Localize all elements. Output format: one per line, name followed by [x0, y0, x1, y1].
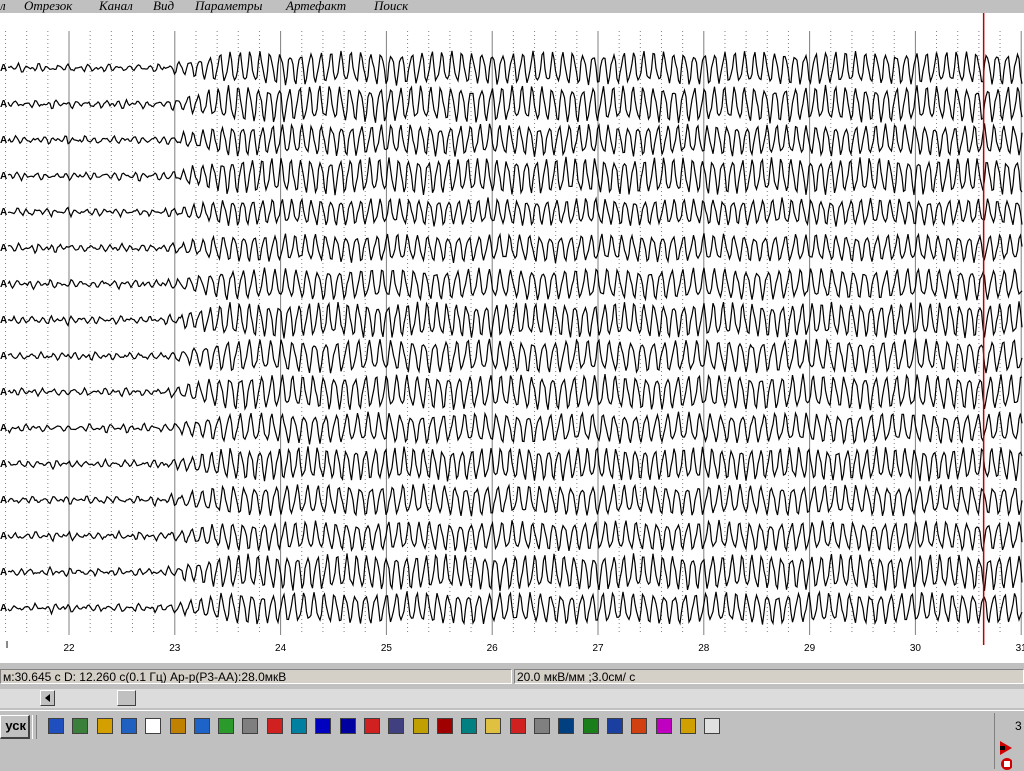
tag-icon[interactable] [534, 718, 550, 734]
tray-clock[interactable]: 3 [1015, 719, 1022, 733]
channel-label[interactable]: A [0, 244, 7, 254]
menu-channel[interactable]: Канал [99, 0, 133, 13]
eeg-channel-trace [7, 338, 1023, 374]
channel-label[interactable]: A [0, 64, 7, 74]
eeg-channel-trace [7, 553, 1023, 592]
channel-label[interactable]: A [0, 532, 7, 542]
monitor-icon[interactable] [388, 718, 405, 734]
eeg-channel-trace [7, 446, 1023, 482]
time-tick-label: 25 [380, 643, 392, 654]
ie-icon[interactable] [193, 718, 210, 734]
scroll-left-button[interactable] [40, 690, 55, 706]
quick-launch-toolbar [36, 713, 990, 745]
check-icon[interactable] [218, 718, 235, 734]
funnel-icon[interactable] [412, 718, 429, 734]
document-icon[interactable] [704, 718, 721, 734]
status-bar: м:30.645 с D: 12.260 с(0.1 Гц) Ар-р(Р3-А… [0, 667, 1024, 686]
eeg-channel-trace [7, 232, 1023, 264]
arrow-left-icon [45, 694, 50, 702]
eeg-channel-trace [7, 373, 1023, 411]
eeg-channel-trace [7, 196, 1023, 227]
time-tick-label: 28 [698, 643, 710, 654]
paint-icon[interactable] [72, 718, 89, 734]
time-tick-label: 27 [592, 643, 604, 654]
eeg-channel-trace [7, 50, 1023, 86]
system-tray: 3 [994, 713, 1024, 771]
channel-label[interactable]: A [0, 100, 7, 110]
window-icon[interactable] [315, 718, 332, 734]
eeg-channel-trace [7, 590, 1023, 626]
cursor-status-field: м:30.645 с D: 12.260 с(0.1 Гц) Ар-р(Р3-А… [0, 669, 512, 684]
network-tray-icon[interactable] [1000, 757, 1012, 771]
channel-label[interactable]: A [0, 568, 7, 578]
outlook-icon[interactable] [145, 718, 162, 734]
menu-search[interactable]: Поиск [374, 0, 408, 13]
eeg-channel-trace [7, 519, 1023, 553]
notepad-icon[interactable] [48, 718, 64, 734]
channel-label[interactable]: A [0, 604, 7, 614]
book-icon[interactable] [339, 718, 356, 734]
channel-label[interactable]: A [0, 388, 7, 398]
picture-icon[interactable] [242, 718, 259, 734]
grid-icon[interactable] [291, 718, 307, 734]
menu-params[interactable]: Параметры [195, 0, 262, 13]
paint-brush-icon[interactable] [655, 718, 672, 734]
eeg-channel-trace [7, 411, 1023, 445]
ie-globe-icon[interactable] [461, 718, 478, 734]
menu-file[interactable]: л [0, 0, 6, 13]
scroll-thumb[interactable] [117, 690, 136, 706]
menu-bar: л Отрезок Канал Вид Параметры Артефакт Поиск [0, 0, 1024, 13]
powerpoint-icon[interactable] [631, 718, 648, 734]
scale-status-field: 20.0 мкВ/мм ;3.0см/ с [514, 669, 1024, 684]
eeg-plot-area[interactable]: A A A A A A A A A A A A A A A A I 22 23 24 25 26 27 28 29 30 31 [0, 13, 1024, 665]
start-marker-label: I [5, 640, 9, 651]
menu-segment[interactable]: Отрезок [24, 0, 72, 13]
red-app-icon[interactable] [363, 718, 380, 734]
menu-view[interactable]: Вид [153, 0, 174, 13]
eeg-channel-trace [7, 267, 1023, 302]
eeg-channel-trace [7, 122, 1023, 157]
eeg-channel-trace [7, 301, 1023, 339]
eeg-channel-trace [7, 84, 1023, 124]
eeg-channel-trace [7, 156, 1023, 196]
media-player-icon[interactable] [96, 718, 113, 734]
time-tick-label: 29 [804, 643, 816, 654]
channel-label[interactable]: A [0, 172, 7, 182]
eeg-channel-trace [7, 483, 1023, 517]
menu-artifact[interactable]: Артефакт [286, 0, 346, 13]
eeg-waveform-canvas[interactable] [0, 13, 1024, 665]
globe-icon[interactable] [120, 718, 137, 734]
channel-label[interactable]: A [0, 460, 7, 470]
channel-label[interactable]: A [0, 280, 7, 290]
shapes-icon[interactable] [266, 718, 283, 734]
time-tick-label: 23 [169, 643, 181, 654]
channel-label[interactable]: A [0, 424, 7, 434]
time-tick-label: 22 [63, 643, 75, 654]
taskbar: уск 3 [0, 710, 1024, 771]
books-icon[interactable] [436, 718, 453, 734]
horizontal-scrollbar[interactable] [0, 689, 1024, 708]
pdf-icon[interactable] [509, 718, 526, 734]
channel-label[interactable]: A [0, 496, 7, 506]
channel-label[interactable]: A [0, 316, 7, 326]
excel-icon[interactable] [582, 718, 599, 734]
start-button[interactable]: уск [0, 715, 30, 739]
antivirus-tray-icon[interactable] [1000, 741, 1012, 755]
folder-icon[interactable] [485, 718, 502, 734]
channel-label[interactable]: A [0, 208, 7, 218]
time-tick-label: 26 [486, 643, 498, 654]
cd-icon[interactable] [169, 718, 186, 734]
word-icon[interactable] [606, 718, 623, 734]
time-tick-label: 24 [275, 643, 287, 654]
pencil-icon[interactable] [679, 718, 696, 734]
time-tick-label: 30 [909, 643, 921, 654]
channel-label[interactable]: A [0, 136, 7, 146]
time-tick-label: 31 [1015, 643, 1024, 654]
disk-icon[interactable] [558, 718, 575, 734]
channel-label[interactable]: A [0, 352, 7, 362]
